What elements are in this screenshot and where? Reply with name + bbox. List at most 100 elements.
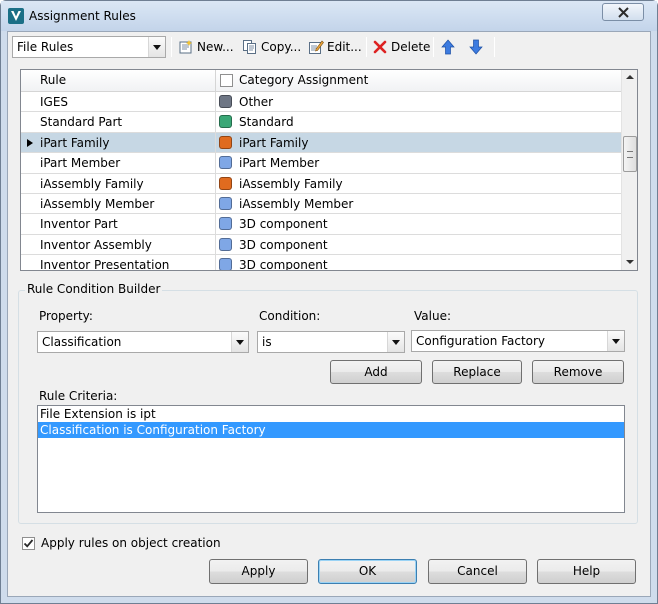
rule-condition-builder: Rule Condition Builder Property: Classif… xyxy=(18,282,638,524)
category-color-swatch xyxy=(219,176,232,190)
rules-type-value: File Rules xyxy=(17,40,74,54)
category-color-swatch xyxy=(219,217,232,231)
edit-rule-button[interactable]: Edit... xyxy=(308,36,362,58)
criteria-item[interactable]: Classification is Configuration Factory xyxy=(38,422,624,438)
rule-cell: iAssembly Family xyxy=(40,176,144,191)
chevron-down-icon[interactable] xyxy=(607,331,624,351)
rule-cell: Standard Part xyxy=(40,115,123,130)
toolbar-separator xyxy=(433,37,434,57)
apply-on-creation-checkbox[interactable] xyxy=(22,537,35,550)
rules-type-dropdown[interactable]: File Rules xyxy=(12,36,166,58)
category-cell: Standard xyxy=(239,115,294,130)
rule-cell: Inventor Assembly xyxy=(40,237,152,252)
remove-button[interactable]: Remove xyxy=(532,360,624,384)
rule-cell: iPart Member xyxy=(40,156,121,171)
category-color-swatch xyxy=(219,115,232,129)
checkmark-icon xyxy=(23,539,34,548)
rule-cell: Inventor Presentation xyxy=(40,258,170,271)
grid-row[interactable]: iAssembly Member iAssembly Member xyxy=(21,193,621,215)
select-all-checkbox[interactable] xyxy=(220,74,233,87)
grid-row[interactable]: Inventor Part 3D component xyxy=(21,214,621,235)
value-label: Value: xyxy=(414,309,451,323)
apply-on-creation-label[interactable]: Apply rules on object creation xyxy=(41,536,221,550)
close-button[interactable] xyxy=(602,3,644,21)
category-color-swatch xyxy=(219,258,232,270)
chevron-down-icon[interactable] xyxy=(231,332,248,352)
rules-grid: Rule Category Assignment IGES Other Standa… xyxy=(20,69,638,271)
cell-divider xyxy=(215,153,216,173)
cell-divider xyxy=(215,92,216,112)
cell-divider xyxy=(215,112,216,132)
grid-vertical-scrollbar[interactable] xyxy=(621,70,637,270)
scroll-up-icon[interactable] xyxy=(622,70,637,86)
property-label: Property: xyxy=(39,309,93,323)
new-rule-button[interactable]: New... xyxy=(178,36,234,58)
category-cell: iPart Family xyxy=(239,135,309,150)
cancel-button[interactable]: Cancel xyxy=(428,559,527,584)
move-up-button[interactable] xyxy=(440,36,456,58)
rule-criteria-label: Rule Criteria: xyxy=(39,389,118,403)
category-color-swatch xyxy=(219,95,232,108)
condition-dropdown[interactable]: is xyxy=(257,331,405,353)
condition-label: Condition: xyxy=(259,309,321,323)
property-value: Classification xyxy=(42,335,122,349)
category-cell: 3D component xyxy=(239,258,328,271)
new-rule-label: New... xyxy=(197,40,234,54)
title-bar[interactable]: Assignment Rules xyxy=(1,1,657,31)
copy-icon xyxy=(243,40,256,54)
rule-cell: Inventor Part xyxy=(40,217,118,232)
cell-divider xyxy=(215,214,216,234)
cell-divider xyxy=(215,132,216,153)
rule-criteria-list[interactable]: File Extension is ipt Classification is C… xyxy=(37,405,625,513)
scroll-down-icon[interactable] xyxy=(622,254,637,270)
category-cell: 3D component xyxy=(239,237,328,252)
toolbar-separator xyxy=(171,37,172,57)
arrow-down-icon xyxy=(469,39,483,55)
add-button[interactable]: Add xyxy=(330,360,422,384)
category-color-swatch xyxy=(219,156,232,170)
toolbar: File Rules New... Copy... Edit... Delete xyxy=(8,32,650,62)
value-dropdown[interactable]: Configuration Factory xyxy=(411,330,625,352)
category-column-header[interactable]: Category Assignment xyxy=(239,73,368,87)
grid-header: Rule Category Assignment xyxy=(21,70,621,92)
grid-row[interactable]: IGES Other xyxy=(21,92,621,113)
replace-button[interactable]: Replace xyxy=(432,360,522,384)
property-dropdown[interactable]: Classification xyxy=(37,331,249,353)
category-cell: iAssembly Member xyxy=(239,196,354,211)
delete-rule-label: Delete xyxy=(391,40,431,54)
cell-divider xyxy=(215,173,216,193)
copy-rule-button[interactable]: Copy... xyxy=(242,36,301,58)
scroll-thumb[interactable] xyxy=(623,136,637,172)
cell-divider xyxy=(215,193,216,214)
chevron-down-icon[interactable] xyxy=(387,332,404,352)
grid-row[interactable]: iPart Member iPart Member xyxy=(21,153,621,174)
grid-row[interactable]: Standard Part Standard xyxy=(21,112,621,133)
category-color-swatch xyxy=(219,135,232,149)
ok-button[interactable]: OK xyxy=(318,559,417,584)
arrow-up-icon xyxy=(441,39,455,55)
toolbar-separator xyxy=(494,37,495,57)
chevron-down-icon[interactable] xyxy=(148,37,165,57)
grid-row[interactable]: iPart Family iPart Family xyxy=(21,132,621,154)
new-document-icon xyxy=(179,40,192,54)
grid-row[interactable]: Inventor Assembly 3D component xyxy=(21,234,621,256)
apply-button[interactable]: Apply xyxy=(209,559,308,584)
window-title: Assignment Rules xyxy=(29,9,136,23)
move-down-button[interactable] xyxy=(468,36,484,58)
column-separator[interactable] xyxy=(215,70,216,92)
category-color-swatch xyxy=(219,196,232,210)
edit-rule-label: Edit... xyxy=(327,40,362,54)
grid-row[interactable]: iAssembly Family iAssembly Family xyxy=(21,173,621,194)
category-cell: iAssembly Family xyxy=(239,176,343,191)
rule-cell: IGES xyxy=(40,95,69,109)
delete-rule-button[interactable]: Delete xyxy=(372,36,430,58)
rule-column-header[interactable]: Rule xyxy=(40,73,66,87)
category-cell: iPart Member xyxy=(239,156,320,171)
copy-rule-label: Copy... xyxy=(261,40,302,54)
criteria-item[interactable]: File Extension is ipt xyxy=(38,406,624,422)
help-button[interactable]: Help xyxy=(537,559,636,584)
builder-title: Rule Condition Builder xyxy=(25,282,163,296)
grid-row[interactable]: Inventor Presentation 3D component xyxy=(21,255,621,271)
delete-x-icon xyxy=(373,40,387,54)
close-icon xyxy=(618,7,629,18)
